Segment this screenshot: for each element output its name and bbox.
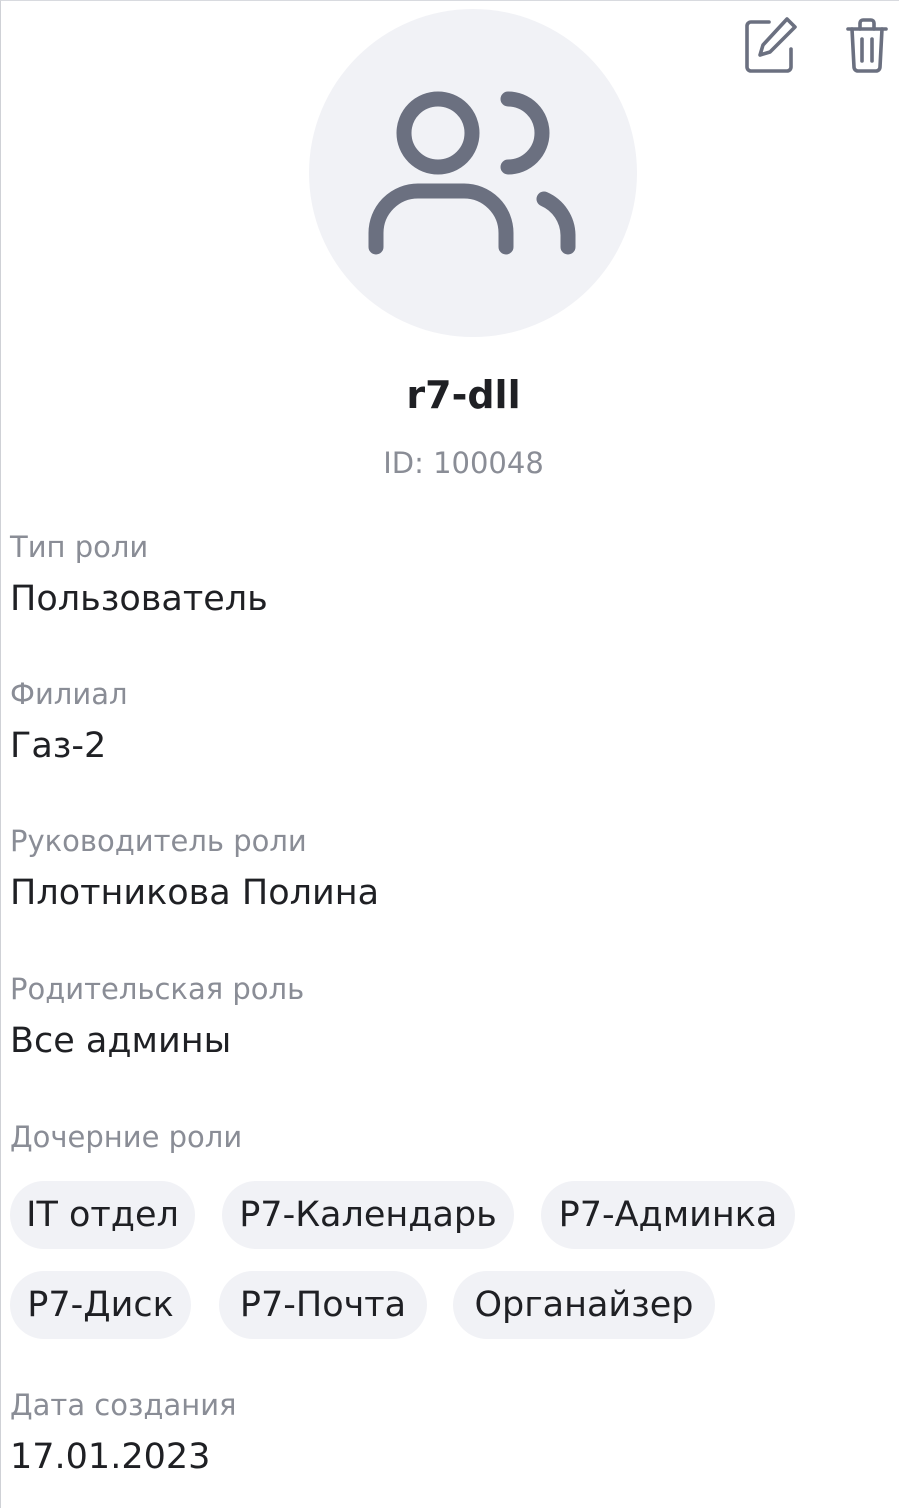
child-role-chip[interactable]: Р7-Админка xyxy=(541,1181,795,1249)
field-label: Дочерние роли xyxy=(10,1120,243,1154)
field-label: Родительская роль xyxy=(10,972,305,1006)
pencil-square-icon xyxy=(745,17,797,73)
users-icon xyxy=(368,91,576,255)
field-role-manager: Руководитель роли Плотникова Полина xyxy=(10,821,379,917)
child-role-chip[interactable]: Р7-Календарь xyxy=(222,1181,514,1249)
child-role-chip[interactable]: Р7-Почта xyxy=(219,1271,427,1339)
role-name: r7-dll xyxy=(406,373,521,417)
field-child-roles: Дочерние роли xyxy=(10,1117,242,1157)
child-role-chip[interactable]: Р7-Диск xyxy=(10,1271,191,1339)
field-label: Филиал xyxy=(10,677,128,711)
role-details-panel: r7-dll ID: 100048 Тип роли Пользователь … xyxy=(0,0,899,1508)
field-label: Руководитель роли xyxy=(10,824,307,858)
field-created-date: Дата создания 17.01.2023 xyxy=(10,1385,237,1481)
role-id: ID: 100048 xyxy=(383,446,544,480)
field-role-type: Тип роли Пользователь xyxy=(10,527,268,623)
field-value: Все админы xyxy=(10,1021,232,1061)
field-value: Пользователь xyxy=(10,579,268,619)
field-label: Тип роли xyxy=(10,530,149,564)
field-value: Газ-2 xyxy=(10,726,107,766)
child-role-chip[interactable]: Органайзер xyxy=(453,1271,715,1339)
field-branch: Филиал Газ-2 xyxy=(10,674,128,770)
edit-button[interactable] xyxy=(739,13,803,77)
child-role-chip[interactable]: IT отдел xyxy=(10,1181,195,1249)
toolbar-actions xyxy=(739,13,899,77)
delete-button[interactable] xyxy=(835,13,899,77)
trash-icon xyxy=(846,18,888,73)
avatar xyxy=(309,9,637,337)
field-value: Плотникова Полина xyxy=(10,873,380,913)
field-parent-role: Родительская роль Все админы xyxy=(10,969,304,1065)
field-value: 17.01.2023 xyxy=(10,1437,211,1477)
field-label: Дата создания xyxy=(10,1388,237,1422)
